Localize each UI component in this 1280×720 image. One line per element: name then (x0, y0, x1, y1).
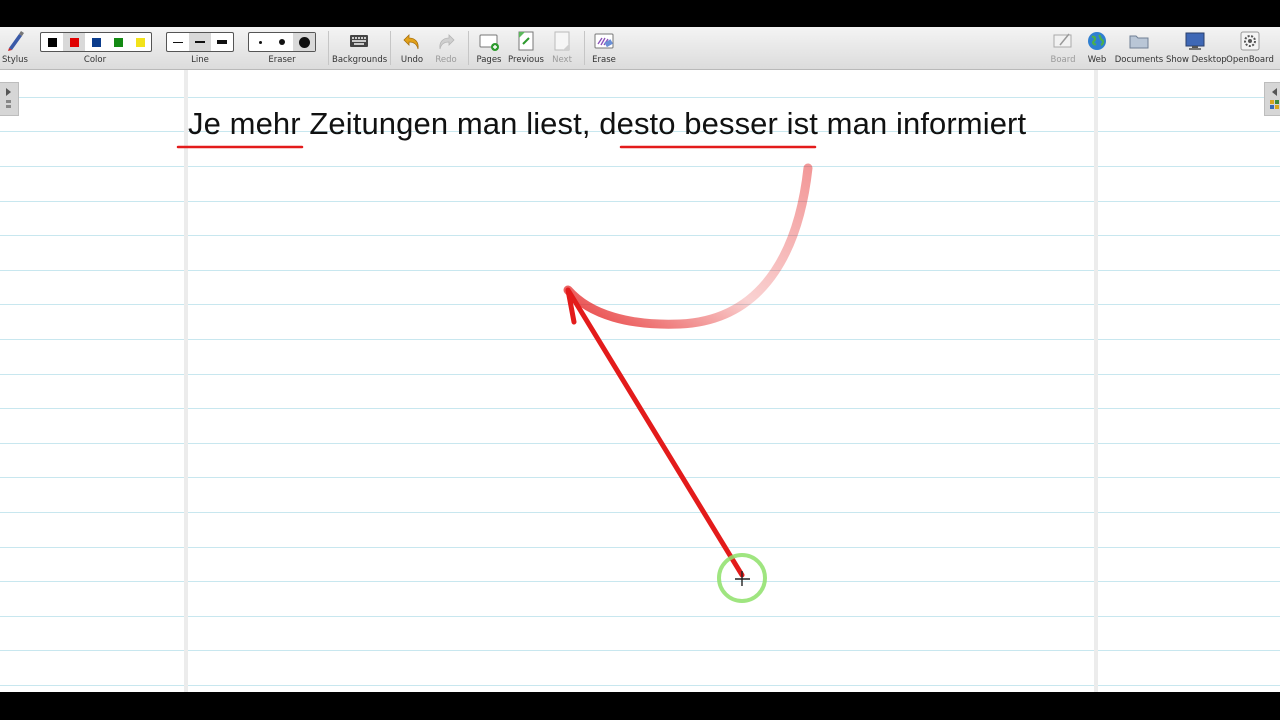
eraser-small-button[interactable] (249, 33, 271, 51)
color-swatch-green[interactable] (107, 33, 129, 51)
line-thick-button[interactable] (211, 33, 233, 51)
eraser-large-button[interactable] (293, 33, 315, 51)
line-width-group (166, 32, 234, 52)
color-swatch-yellow[interactable] (129, 33, 151, 51)
redo-label: Redo (435, 55, 457, 65)
line-label: Line (191, 55, 209, 65)
redo-button[interactable]: Redo (430, 27, 462, 69)
toolbar-separator (584, 31, 585, 65)
backgrounds-label: Backgrounds (332, 55, 388, 65)
previous-button[interactable]: Previous (506, 27, 546, 69)
eraser-tool: Eraser (246, 27, 318, 69)
redo-arrow-icon (439, 34, 455, 50)
eraser-label: Eraser (268, 55, 296, 65)
erase-board-icon (594, 33, 614, 49)
color-swatch-blue[interactable] (85, 33, 107, 51)
previous-label: Previous (508, 55, 544, 65)
previous-page-icon (518, 31, 534, 51)
monitor-icon (1185, 32, 1205, 50)
board-button[interactable]: Board (1048, 27, 1078, 69)
toolbar-separator (328, 31, 329, 65)
toolbar-separator (468, 31, 469, 65)
diagonal-arrow-stroke (565, 287, 745, 578)
ink-layer (176, 145, 817, 603)
documents-button[interactable]: Documents (1114, 27, 1164, 69)
color-palette (40, 32, 152, 52)
color-swatch-black[interactable] (41, 33, 63, 51)
add-page-icon (479, 34, 499, 51)
undo-label: Undo (400, 55, 424, 65)
line-thin-button[interactable] (167, 33, 189, 51)
next-page-icon (554, 31, 570, 51)
keyboard-icon (350, 35, 368, 47)
bottom-black-bar (0, 692, 1280, 720)
openboard-menu-button[interactable]: OpenBoard (1226, 27, 1274, 69)
openboard-label: OpenBoard (1226, 55, 1274, 65)
undo-arrow-icon (403, 34, 419, 50)
color-swatch-red[interactable] (63, 33, 85, 51)
top-black-bar (0, 0, 1280, 27)
crosshair-cursor-icon (735, 571, 750, 586)
pages-label: Pages (476, 55, 502, 65)
erase-button[interactable]: Erase (588, 27, 620, 69)
show-desktop-label: Show Desktop (1166, 55, 1227, 65)
pages-button[interactable]: Pages (472, 27, 506, 69)
board-label: Board (1050, 55, 1076, 65)
line-medium-button[interactable] (189, 33, 211, 51)
stylus-icon (8, 31, 24, 51)
toolbar: Stylus Color Line Eraser Backgrounds Und… (0, 27, 1280, 70)
documents-label: Documents (1114, 55, 1164, 65)
stylus-label: Stylus (2, 55, 28, 65)
next-label: Next (552, 55, 572, 65)
gear-icon (1240, 31, 1260, 51)
backgrounds-button[interactable]: Backgrounds (332, 27, 388, 69)
globe-icon (1088, 32, 1106, 50)
color-tool: Color (38, 27, 152, 69)
next-button[interactable]: Next (546, 27, 578, 69)
erase-label: Erase (592, 55, 616, 65)
folder-icon (1129, 35, 1149, 49)
stylus-tool[interactable]: Stylus (0, 27, 30, 69)
eraser-medium-button[interactable] (271, 33, 293, 51)
line-tool: Line (164, 27, 236, 69)
color-label: Color (83, 55, 107, 65)
show-desktop-button[interactable]: Show Desktop (1166, 27, 1227, 69)
web-label: Web (1087, 55, 1107, 65)
undo-button[interactable]: Undo (396, 27, 428, 69)
eraser-size-group (248, 32, 316, 52)
curved-arrow-stroke (563, 163, 813, 329)
web-button[interactable]: Web (1082, 27, 1112, 69)
board-icon (1053, 33, 1072, 48)
toolbar-separator (390, 31, 391, 65)
whiteboard-canvas[interactable]: Je mehr Zeitungen man liest, desto besse… (0, 70, 1280, 692)
